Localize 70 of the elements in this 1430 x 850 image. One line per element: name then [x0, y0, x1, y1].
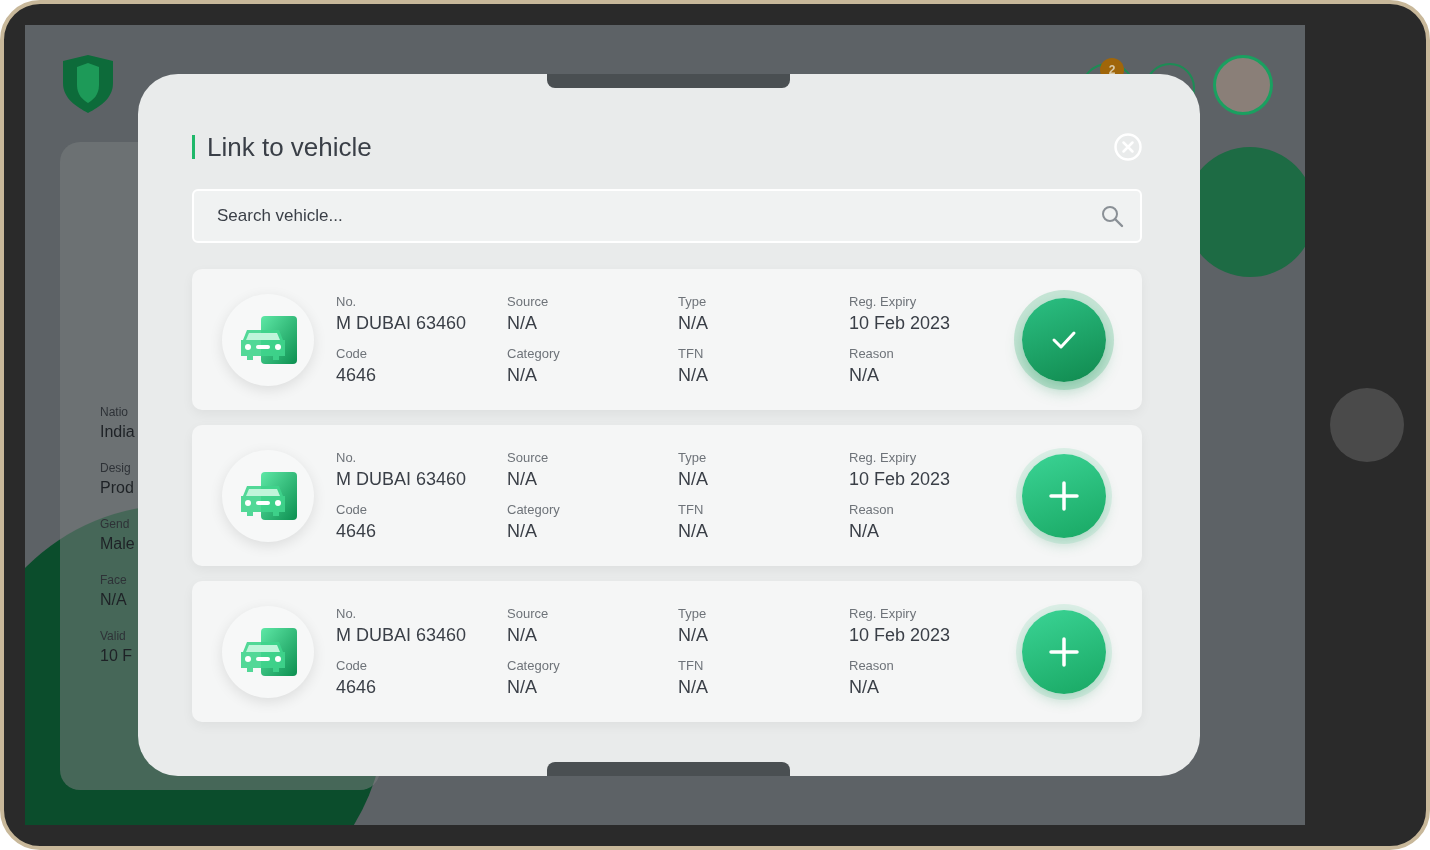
detail-value: Male [100, 535, 135, 553]
field-value: 10 Feb 2023 [849, 312, 952, 334]
field-label: Reg. Expiry [849, 605, 918, 621]
search-icon[interactable] [1100, 204, 1124, 228]
field-value: N/A [507, 312, 538, 334]
field-label: Type [678, 449, 708, 465]
detail-value: Prod [100, 479, 134, 497]
field-value: N/A [678, 364, 709, 386]
search-field[interactable]: Search vehicle... [192, 189, 1142, 243]
vehicle-card[interactable]: No. M DUBAI 63460 Source N/A Type N/A Reg. Expiry 10 Feb 2023 Code 4646 Category N/A TFN N/A Reason N/A [192, 425, 1142, 566]
field-value: N/A [849, 364, 880, 386]
car-icon [239, 315, 297, 364]
plus-icon [1048, 479, 1080, 512]
field-value: 4646 [336, 364, 378, 386]
field-label: Reason [849, 345, 895, 361]
field-label: Type [678, 605, 708, 621]
field-value: N/A [507, 520, 538, 542]
field-value: M DUBAI 63460 [336, 624, 468, 646]
detail-label: Desig [100, 461, 131, 475]
field-label: Type [678, 293, 708, 309]
field-value: 4646 [336, 520, 378, 542]
field-label: Code [336, 345, 369, 361]
field-label: Source [507, 293, 550, 309]
plus-icon [1048, 635, 1080, 668]
field-label: No. [336, 449, 358, 465]
add-button[interactable] [1022, 609, 1106, 694]
detail-value: India [100, 423, 135, 441]
field-value: N/A [507, 676, 538, 698]
field-value: N/A [507, 624, 538, 646]
field-value: 4646 [336, 676, 378, 698]
field-value: N/A [678, 624, 709, 646]
field-label: Reason [849, 501, 895, 517]
field-value: N/A [678, 468, 709, 490]
field-label: TFN [678, 657, 705, 673]
field-value: N/A [507, 364, 538, 386]
field-value: N/A [507, 468, 538, 490]
field-value: N/A [849, 520, 880, 542]
car-icon [239, 471, 297, 520]
field-label: Category [507, 345, 561, 361]
field-label: Source [507, 449, 550, 465]
field-value: N/A [678, 312, 709, 334]
add-button[interactable] [1022, 453, 1106, 538]
field-label: Reg. Expiry [849, 293, 918, 309]
detail-label: Natio [100, 405, 128, 419]
field-label: TFN [678, 345, 705, 361]
field-label: Source [507, 605, 550, 621]
field-label: TFN [678, 501, 705, 517]
field-value: M DUBAI 63460 [336, 468, 468, 490]
field-label: Category [507, 657, 561, 673]
avatar[interactable] [1213, 55, 1273, 115]
car-icon [239, 627, 297, 676]
field-value: N/A [849, 676, 880, 698]
field-value: N/A [678, 676, 709, 698]
detail-value: N/A [100, 591, 127, 609]
field-label: No. [336, 293, 358, 309]
vehicle-card[interactable]: No. M DUBAI 63460 Source N/A Type N/A Reg. Expiry 10 Feb 2023 Code 4646 Category N/A TFN N/A Reason N/A [192, 269, 1142, 410]
field-value: M DUBAI 63460 [336, 312, 468, 334]
field-label: Code [336, 657, 369, 673]
field-label: Code [336, 501, 369, 517]
field-label: Category [507, 501, 561, 517]
field-value: 10 Feb 2023 [849, 624, 952, 646]
field-label: Reg. Expiry [849, 449, 918, 465]
field-value: N/A [678, 520, 709, 542]
detail-value: 10 F [100, 647, 132, 665]
field-value: 10 Feb 2023 [849, 468, 952, 490]
linked-button[interactable] [1022, 297, 1106, 382]
field-label: No. [336, 605, 358, 621]
modal-title: Link to vehicle [192, 135, 372, 159]
vehicle-card[interactable]: No. M DUBAI 63460 Source N/A Type N/A Reg. Expiry 10 Feb 2023 Code 4646 Category N/A TFN N/A Reason N/A [192, 581, 1142, 722]
field-label: Reason [849, 657, 895, 673]
